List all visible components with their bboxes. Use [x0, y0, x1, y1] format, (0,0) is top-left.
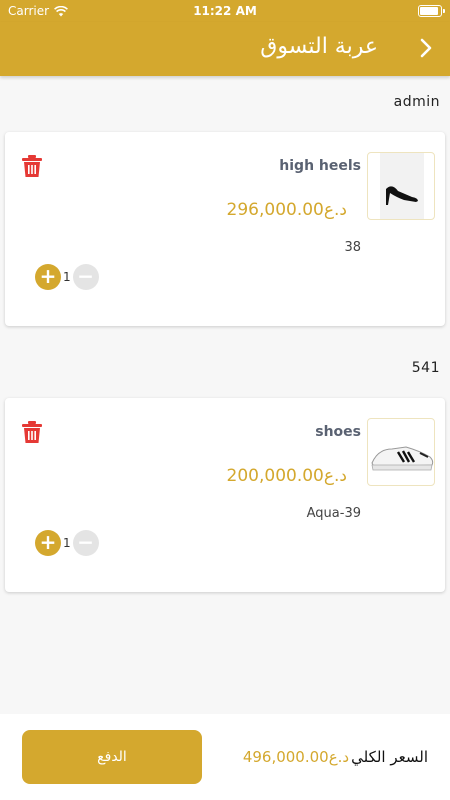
seller-label: admin — [393, 94, 440, 110]
status-bar: Carrier 11:22 AM — [0, 0, 450, 22]
decrease-quantity-button[interactable]: − — [72, 530, 99, 556]
product-name: high heels — [279, 158, 361, 174]
sneaker-image — [371, 446, 434, 471]
total-label: السعر الكلي — [351, 748, 428, 766]
pay-button[interactable]: الدفع — [22, 730, 202, 784]
product-variant: Aqua-39 — [306, 506, 361, 521]
seller-label: 541 — [411, 360, 440, 376]
order-total: 496,000.00د.ع السعر الكلي — [243, 748, 428, 766]
quantity-value: 1 — [63, 536, 71, 550]
product-name: shoes — [315, 424, 361, 440]
product-image — [367, 418, 435, 486]
total-amount: 496,000.00د.ع — [242, 748, 350, 766]
cart-item-card: high heels 296,000.00د.ع 38 + 1 − — [5, 132, 445, 326]
page-title: عربة التسوق — [260, 34, 378, 59]
checkout-bar: الدفع 496,000.00د.ع السعر الكلي — [0, 714, 450, 800]
high-heel-image — [380, 153, 424, 219]
cart-item-card: shoes 200,000.00د.ع Aqua-39 + 1 − — [5, 398, 445, 592]
chevron-right-icon[interactable] — [412, 34, 440, 62]
decrease-quantity-button[interactable]: − — [72, 264, 99, 290]
header-bar: عربة التسوق — [0, 22, 450, 76]
product-price: 200,000.00د.ع — [226, 466, 347, 486]
quantity-stepper: + 1 − — [35, 264, 99, 290]
quantity-value: 1 — [63, 270, 71, 284]
product-variant: 38 — [344, 240, 361, 255]
trash-icon[interactable] — [21, 154, 43, 178]
trash-icon[interactable] — [21, 420, 43, 444]
status-time: 11:22 AM — [193, 4, 257, 18]
product-image — [367, 152, 435, 220]
product-price: 296,000.00د.ع — [226, 200, 347, 220]
increase-quantity-button[interactable]: + — [35, 264, 61, 290]
battery-icon — [418, 5, 445, 17]
increase-quantity-button[interactable]: + — [35, 530, 61, 556]
quantity-stepper: + 1 − — [35, 530, 99, 556]
